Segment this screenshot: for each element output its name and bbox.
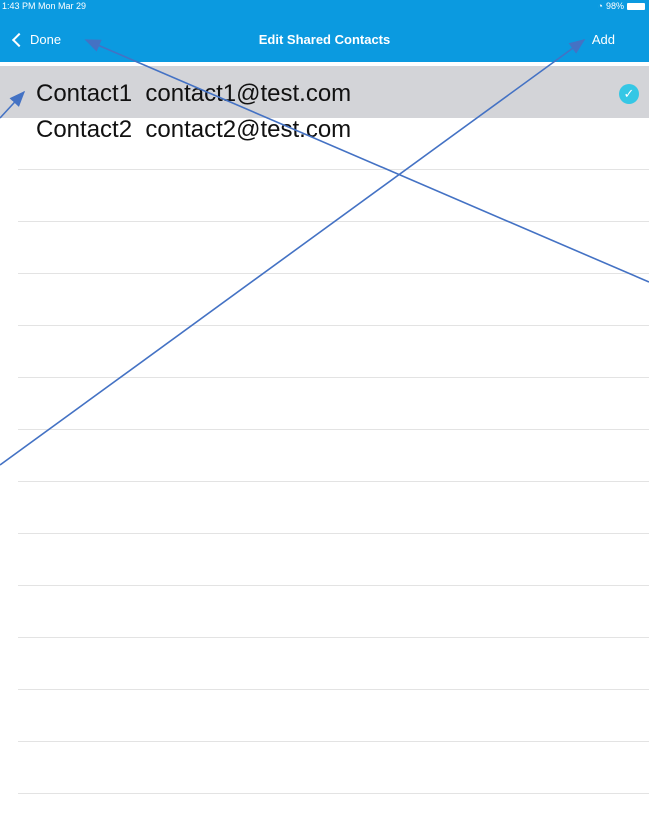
empty-row: [18, 586, 649, 638]
status-bar: 1:43 PM Mon Mar 29 ◔ 98%: [0, 0, 649, 12]
contacts-list: Contact1 contact1@test.com ✓ Contact2 co…: [0, 66, 649, 794]
status-time: 1:43 PM Mon Mar 29: [2, 1, 87, 11]
checkmark-icon: ✓: [619, 84, 639, 104]
empty-row: [18, 378, 649, 430]
empty-row: [18, 430, 649, 482]
contact-row-2[interactable]: Contact2 contact2@test.com: [18, 116, 649, 170]
empty-row: [18, 326, 649, 378]
wifi-icon: ◔: [597, 1, 603, 11]
status-right: ◔ 98%: [598, 0, 645, 12]
empty-row: [18, 170, 649, 222]
empty-row: [18, 742, 649, 794]
contact-row-text: Contact2 contact2@test.com: [36, 116, 352, 143]
contact-row-1[interactable]: Contact1 contact1@test.com ✓: [0, 66, 649, 118]
empty-row: [18, 274, 649, 326]
top-bar: 1:43 PM Mon Mar 29 ◔ 98% Done Edit Share…: [0, 0, 649, 62]
empty-row: [18, 222, 649, 274]
empty-row: [18, 638, 649, 690]
contact-row-text: Contact1 contact1@test.com: [36, 80, 352, 107]
add-button[interactable]: Add: [592, 32, 615, 47]
page-title: Edit Shared Contacts: [258, 32, 391, 47]
empty-row: [18, 690, 649, 742]
empty-row: [18, 534, 649, 586]
battery-percent: 98%: [605, 1, 624, 11]
battery-icon: [627, 2, 645, 10]
empty-row: [18, 482, 649, 534]
navigation-bar: Done Edit Shared Contacts Add: [0, 24, 649, 58]
